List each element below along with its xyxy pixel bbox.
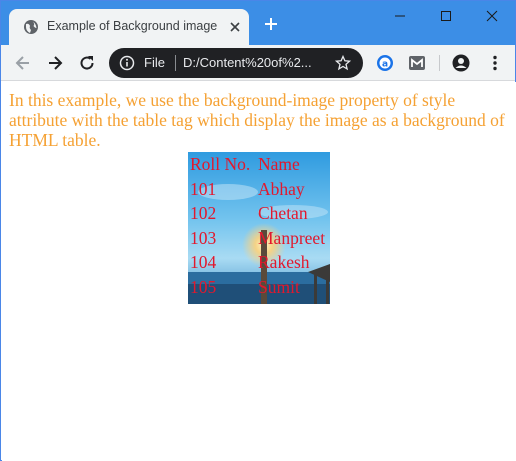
student-table: Roll No. Name 101 Abhay 102 Chetan 103 M…	[188, 152, 327, 299]
globe-icon	[24, 20, 38, 34]
bookmark-star-icon[interactable]	[335, 55, 351, 71]
roll-cell: 102	[190, 203, 217, 223]
roll-cell: 105	[190, 276, 217, 297]
forward-arrow-icon[interactable]	[45, 53, 65, 73]
title-bar: Example of Background image	[1, 1, 515, 45]
extension-m-icon[interactable]	[407, 53, 427, 73]
address-scheme: File	[144, 55, 165, 70]
profile-avatar-icon[interactable]	[451, 53, 471, 73]
back-arrow-icon[interactable]	[13, 53, 33, 73]
minimize-button[interactable]	[377, 1, 423, 31]
roll-cell: 101	[190, 178, 217, 199]
address-divider	[175, 55, 176, 71]
close-icon	[486, 10, 498, 22]
table-header-row: Roll No. Name	[188, 152, 327, 177]
info-icon[interactable]	[119, 55, 135, 71]
new-tab-icon[interactable]	[263, 16, 279, 32]
table-row: 102 Chetan	[188, 201, 327, 226]
column-header: Name	[258, 154, 300, 174]
background-image-table: Roll No. Name 101 Abhay 102 Chetan 103 M…	[188, 152, 330, 304]
roll-cell: 104	[190, 252, 217, 272]
tab-title: Example of Background image	[47, 19, 218, 33]
close-tab-icon[interactable]	[227, 19, 243, 35]
extension-a-icon[interactable]: a	[375, 53, 395, 73]
name-cell: Manpreet	[258, 227, 326, 248]
maximize-button[interactable]	[423, 1, 469, 31]
menu-kebab-icon[interactable]	[485, 53, 505, 73]
table-row: 103 Manpreet	[188, 226, 327, 251]
reload-icon[interactable]	[77, 53, 97, 73]
maximize-icon	[441, 11, 451, 21]
page-content: In this example, we use the background-i…	[2, 82, 516, 461]
name-cell: Chetan	[258, 203, 308, 223]
browser-window: Example of Background image File D:/Cont…	[0, 0, 516, 461]
address-url[interactable]: D:/Content%20of%2...	[183, 55, 312, 70]
column-header: Roll No.	[190, 154, 251, 174]
browser-toolbar: File D:/Content%20of%2... a	[1, 45, 515, 81]
svg-text:a: a	[382, 60, 388, 70]
name-cell: Sumit	[258, 276, 300, 297]
table-row: 104 Rakesh	[188, 250, 327, 275]
toolbar-divider	[439, 55, 440, 71]
name-cell: Rakesh	[258, 252, 310, 272]
name-cell: Abhay	[258, 178, 305, 199]
table-row: 101 Abhay	[188, 177, 327, 202]
browser-tab[interactable]: Example of Background image	[9, 9, 249, 45]
intro-paragraph: In this example, we use the background-i…	[9, 90, 505, 150]
table-row: 105 Sumit	[188, 275, 327, 300]
close-window-button[interactable]	[469, 1, 515, 31]
minimize-icon	[395, 15, 405, 17]
roll-cell: 103	[190, 227, 217, 248]
address-bar[interactable]: File D:/Content%20of%2...	[109, 48, 363, 78]
